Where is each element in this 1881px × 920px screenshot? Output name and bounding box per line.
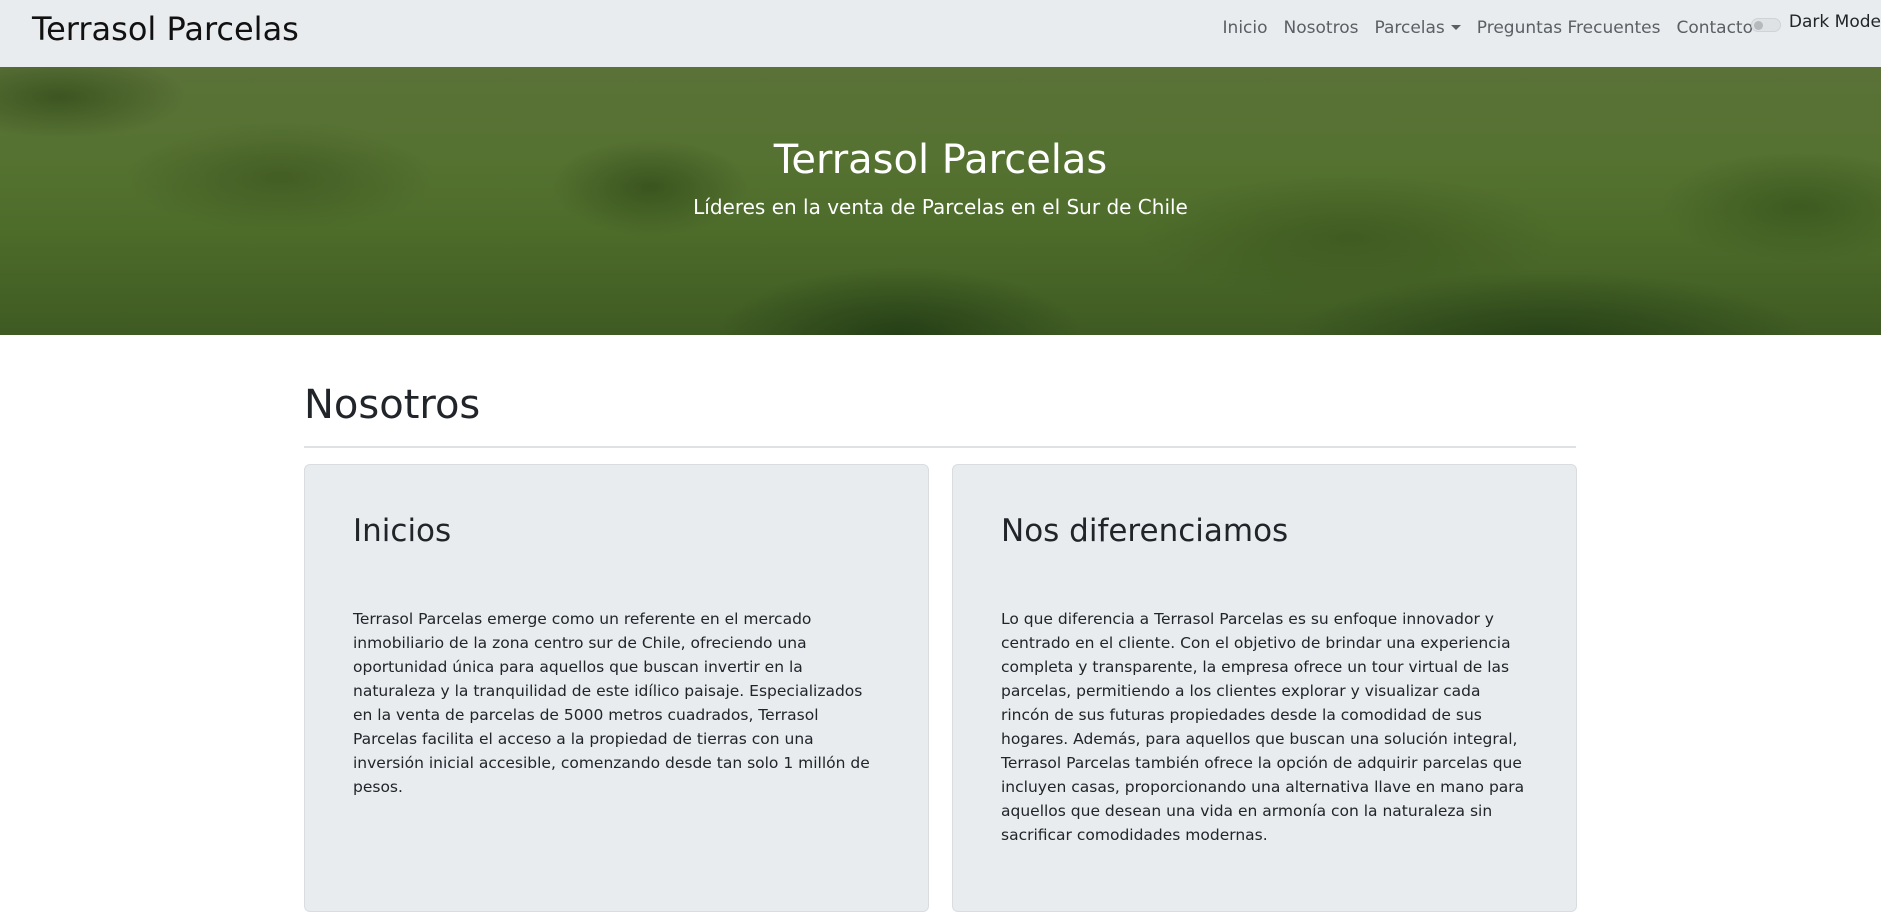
section-divider	[304, 446, 1576, 448]
dark-mode-switch[interactable]	[1750, 18, 1781, 32]
dark-mode-label: Dark Mode	[1788, 12, 1881, 32]
nav-link-inicio[interactable]: Inicio	[1215, 18, 1276, 38]
hero-title: Terrasol Parcelas	[773, 137, 1108, 183]
caret-down-icon	[1450, 25, 1461, 30]
nav-link-parcelas-label: Parcelas	[1374, 18, 1445, 38]
nav-dropdown-parcelas[interactable]: Parcelas	[1366, 18, 1468, 38]
card-title: Inicios	[353, 513, 452, 549]
switch-knob	[1753, 21, 1763, 30]
nav-link-preguntas-frecuentes[interactable]: Preguntas Frecuentes	[1469, 18, 1669, 38]
section-title: Nosotros	[304, 382, 481, 428]
nav-link-contacto[interactable]: Contacto	[1668, 18, 1761, 38]
navbar: Terrasol Parcelas Inicio Nosotros Parcel…	[0, 0, 1881, 67]
dark-mode-toggle[interactable]: Dark Mode	[1750, 12, 1881, 32]
nav-link-nosotros[interactable]: Nosotros	[1276, 18, 1367, 38]
nav-links: Inicio Nosotros Parcelas Preguntas Frecu…	[1215, 18, 1761, 38]
card-text: Lo que diferencia a Terrasol Parcelas es…	[1001, 610, 1525, 844]
hero-subtitle: Líderes en la venta de Parcelas en el Su…	[693, 195, 1188, 219]
card-title: Nos diferenciamos	[1001, 513, 1289, 549]
navbar-brand[interactable]: Terrasol Parcelas	[32, 10, 299, 48]
hero-banner: Terrasol Parcelas Líderes en la venta de…	[0, 67, 1881, 335]
card-nos-diferenciamos: Nos diferenciamos Lo que diferencia a Te…	[952, 464, 1577, 912]
card-text: Terrasol Parcelas emerge como un referen…	[353, 610, 870, 796]
card-inicios: Inicios Terrasol Parcelas emerge como un…	[304, 464, 929, 912]
